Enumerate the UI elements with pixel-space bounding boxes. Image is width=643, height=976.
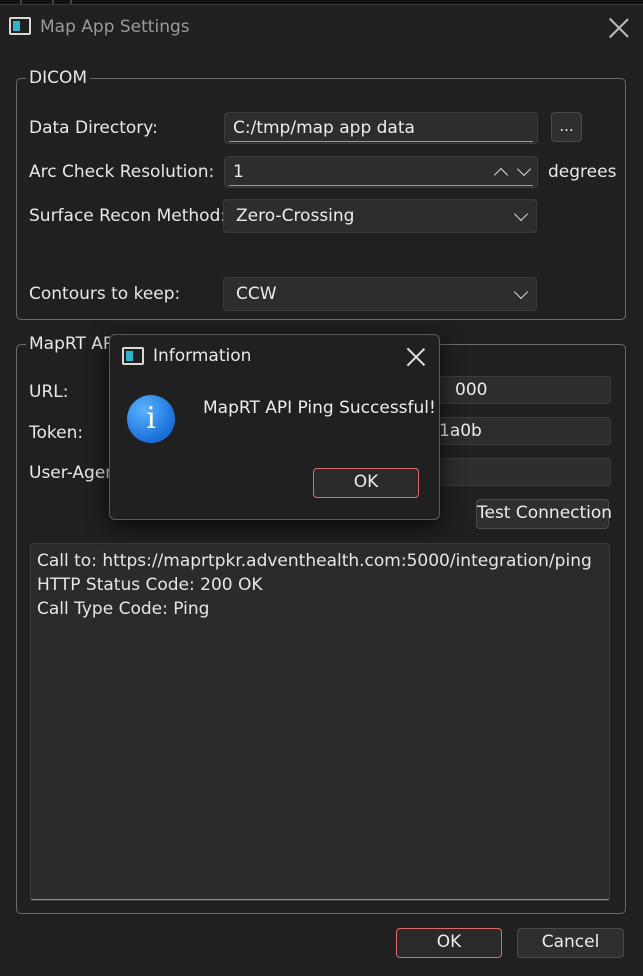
contours-select[interactable]: CCW [223,277,537,311]
surface-recon-value: Zero-Crossing [236,206,355,226]
arc-check-label: Arc Check Resolution: [29,162,215,182]
url-value: 000 [455,380,488,400]
window-title: Map App Settings [40,17,190,37]
maprt-api-legend: MapRT API [26,334,122,354]
response-log[interactable]: Call to: https://maprtpkr.adventhealth.c… [30,543,610,901]
arc-check-spinbox[interactable]: 1 [224,156,538,188]
dialog-close-icon[interactable] [406,347,426,367]
surface-recon-select[interactable]: Zero-Crossing [223,199,537,233]
chevron-down-icon [513,206,529,222]
information-dialog: Information i MapRT API Ping Successful!… [109,334,440,520]
app-icon [9,17,31,35]
test-connection-button[interactable]: Test Connection [476,499,612,529]
title-bar[interactable]: Map App Settings [0,5,643,49]
token-label: Token: [29,423,84,443]
spin-up-icon[interactable] [493,167,509,183]
chevron-down-icon [513,284,529,300]
dialog-app-icon [122,347,144,365]
contours-value: CCW [236,284,277,304]
log-line: Call to: https://maprtpkr.adventhealth.c… [37,551,592,571]
ok-button[interactable]: OK [396,928,502,958]
dialog-ok-button[interactable]: OK [313,468,419,498]
info-icon: i [127,395,175,443]
dialog-title: Information [153,346,252,366]
browse-button[interactable]: ... [551,112,582,142]
spin-down-icon[interactable] [516,161,532,177]
surface-recon-label: Surface Recon Method: [29,206,227,226]
arc-check-unit: degrees [548,162,617,182]
arc-check-value: 1 [233,162,244,182]
close-icon[interactable] [608,17,630,39]
data-directory-label: Data Directory: [29,118,158,138]
token-value: 1a0b [439,421,482,441]
log-line: HTTP Status Code: 200 OK [37,575,263,595]
data-directory-input[interactable]: C:/tmp/map app data [224,112,538,144]
contours-label: Contours to keep: [29,284,181,304]
dialog-message: MapRT API Ping Successful! [203,398,436,418]
dicom-legend: DICOM [26,68,91,88]
log-line: Call Type Code: Ping [37,599,210,619]
cancel-button[interactable]: Cancel [517,928,624,958]
url-label: URL: [29,382,69,402]
dicom-group: DICOM Data Directory: C:/tmp/map app dat… [16,68,626,320]
